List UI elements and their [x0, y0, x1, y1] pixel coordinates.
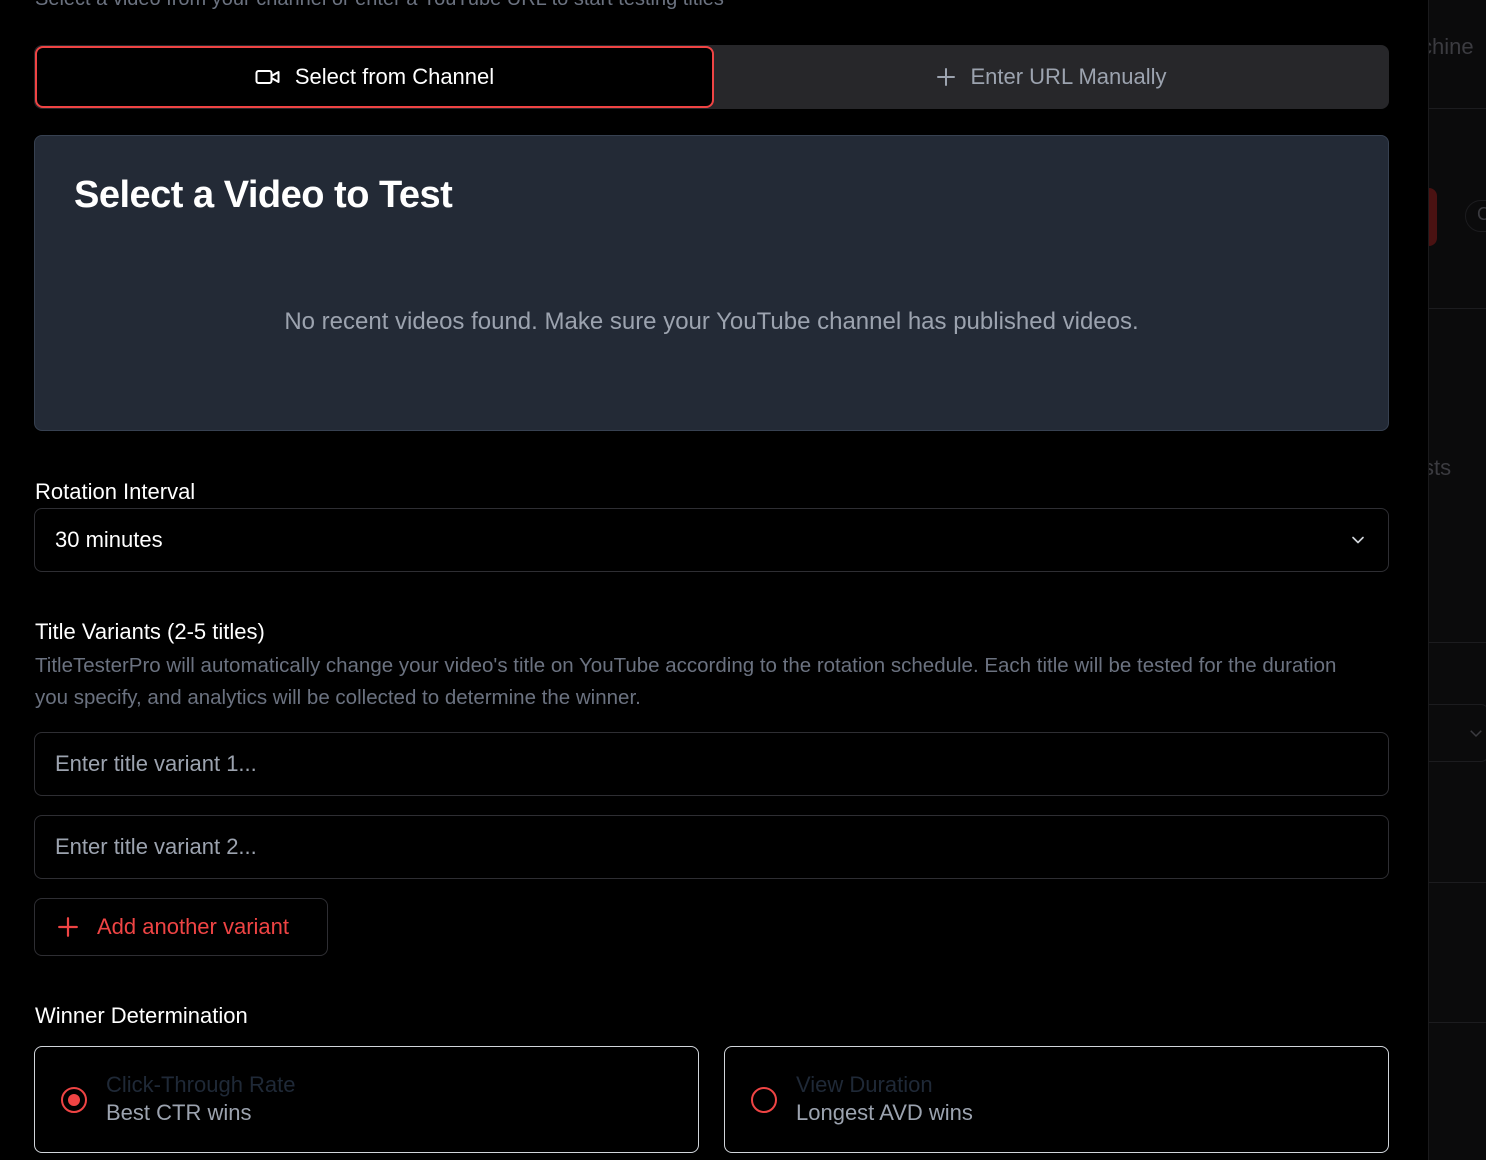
- video-camera-icon: [255, 70, 280, 84]
- background-text: sts: [1429, 455, 1452, 480]
- background-text: chine: [1429, 34, 1474, 59]
- chevron-down-icon: [1470, 730, 1482, 738]
- source-tabs: Select from Channel Enter URL Manually: [34, 45, 1389, 109]
- title-variant-1-input[interactable]: [34, 732, 1389, 796]
- tab-label: Enter URL Manually: [970, 64, 1167, 89]
- create-test-modal: Select a video from your channel or ente…: [0, 0, 1428, 1160]
- background-divider: [1429, 1022, 1486, 1023]
- rotation-interval-value: 30 minutes: [55, 527, 163, 552]
- background-divider: [1429, 308, 1486, 309]
- winner-option-ctr[interactable]: Click-Through Rate Best CTR wins: [34, 1046, 699, 1153]
- background-button: [1429, 188, 1437, 246]
- rotation-interval-label: Rotation Interval: [35, 479, 196, 504]
- background-divider: [1429, 642, 1486, 643]
- winner-option-title: Click-Through Rate: [106, 1072, 296, 1097]
- plus-icon: [58, 917, 78, 937]
- title-variant-2-input[interactable]: [34, 815, 1389, 879]
- title-variants-label: Title Variants (2-5 titles): [35, 619, 265, 644]
- chevron-down-icon: [1352, 536, 1364, 544]
- video-picker-card: Select a Video to Test No recent videos …: [34, 135, 1389, 431]
- empty-state-message: No recent videos found. Make sure your Y…: [284, 308, 1139, 335]
- tab-label: Select from Channel: [294, 64, 495, 89]
- background-divider: [1429, 108, 1486, 109]
- background-text: C: [1477, 204, 1486, 225]
- video-picker-title: Select a Video to Test: [74, 174, 453, 216]
- winner-option-subtitle: Best CTR wins: [106, 1100, 252, 1125]
- winner-option-title: View Duration: [796, 1072, 933, 1097]
- radio-selected-icon[interactable]: [61, 1087, 87, 1113]
- add-variant-button[interactable]: Add another variant: [34, 898, 328, 956]
- background-page: chine C sts: [1428, 0, 1486, 1160]
- rotation-interval-select[interactable]: 30 minutes: [34, 508, 1389, 572]
- tab-enter-url-manually[interactable]: Enter URL Manually: [714, 45, 1389, 109]
- winner-option-view-duration[interactable]: View Duration Longest AVD wins: [724, 1046, 1389, 1153]
- plus-icon: [937, 68, 956, 86]
- winner-determination-label: Winner Determination: [35, 1003, 248, 1028]
- winner-option-subtitle: Longest AVD wins: [796, 1100, 973, 1125]
- tab-select-from-channel[interactable]: Select from Channel: [35, 46, 714, 108]
- radio-unselected-icon[interactable]: [751, 1087, 777, 1113]
- modal-subtitle: Select a video from your channel or ente…: [35, 0, 724, 11]
- background-divider: [1429, 882, 1486, 883]
- title-variants-help: TitleTesterPro will automatically change…: [35, 654, 1337, 709]
- add-variant-label: Add another variant: [97, 914, 290, 939]
